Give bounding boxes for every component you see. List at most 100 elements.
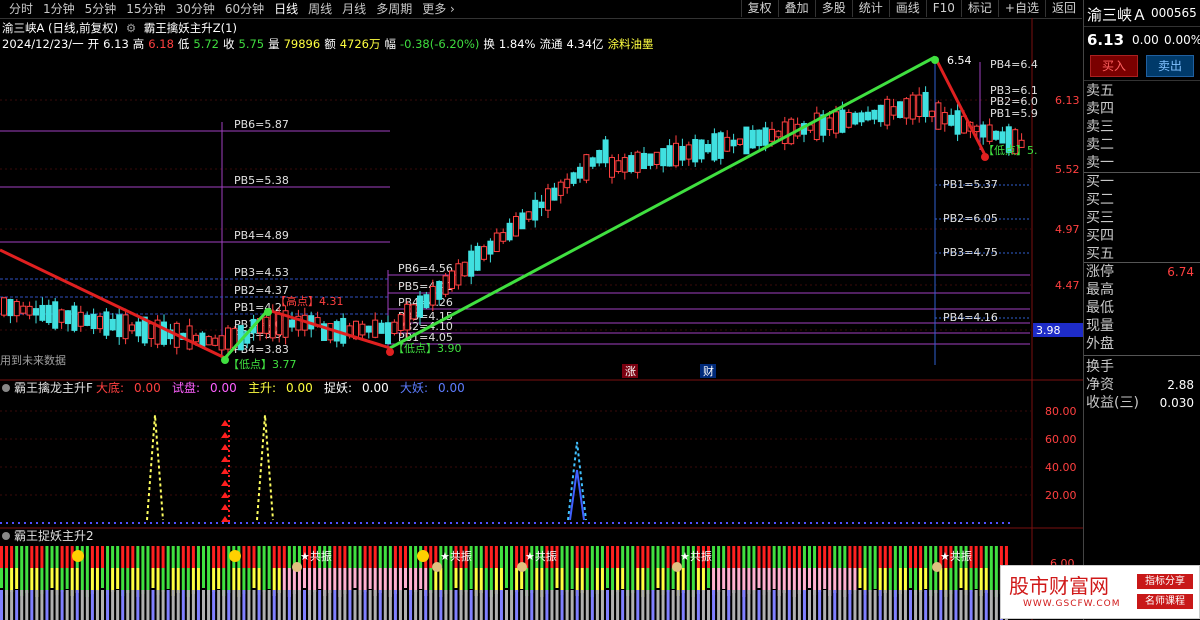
bar-low [449,590,453,620]
bar-low [414,590,418,620]
stat-row-7: 收益(三) 0.030 [1086,394,1198,412]
asks-row-2[interactable]: 卖三 [1086,118,1198,136]
candle-body [666,145,673,167]
candle-body [205,336,212,346]
bar-low [388,590,392,620]
bar-top [878,546,882,568]
bar-mid [903,568,907,591]
candle-body [404,303,411,331]
bar-top [429,546,433,568]
bar-top [661,546,665,568]
bar-top [656,546,660,568]
candle-body [269,311,276,339]
bar-low [712,590,716,620]
candle-body [858,112,865,123]
bar-mid [883,568,887,593]
bids-label: 买五 [1086,246,1114,262]
bar-mid [116,568,120,589]
bar-mid [752,568,756,591]
bar-low [45,590,49,620]
bar-top [126,546,130,568]
candle-body [199,332,206,347]
bar-mid [267,568,271,589]
bar-top [85,546,89,568]
bar-top [40,546,44,568]
bar-low [520,590,524,620]
bar-low [308,590,312,620]
bar-low [666,590,670,620]
stat-row-6: 净资 2.88 [1086,376,1198,394]
sell-button[interactable]: 卖出 [1146,55,1194,77]
bar-mid [484,568,488,590]
candle-body [993,130,999,140]
stat-row-5: 换手 [1086,358,1198,376]
smiley-icon [72,550,84,562]
bids-row-3[interactable]: 买四 [1086,227,1198,245]
bids-row-0[interactable]: 买一 [1086,173,1198,191]
bar-low [95,590,99,620]
bar-mid [600,568,604,591]
bar-mid [227,568,231,593]
candle-body [871,109,878,120]
bar-top [575,546,579,568]
bar-low [262,590,266,620]
money-bag-icon [932,562,942,572]
gongzhen-label: ★共振 [680,549,712,563]
bar-mid [196,568,200,591]
candle-body [685,144,692,160]
bar-low [141,590,145,620]
bar-top [121,546,125,568]
asks-row-3[interactable]: 卖二 [1086,136,1198,154]
bar-low [80,590,84,620]
stat-value: 0.030 [1159,396,1194,410]
bar-top [626,546,630,568]
bids-row-1[interactable]: 买二 [1086,191,1198,209]
bar-mid [126,568,130,593]
bar-mid [414,568,418,592]
buy-button[interactable]: 买入 [1090,55,1138,77]
bar-low [318,590,322,620]
level-label-right: PB1=5.37 [943,178,998,191]
bar-low [252,590,256,620]
bar-low [631,590,635,620]
bar-top [257,546,261,568]
bar-mid [651,568,655,591]
bar-low [924,590,928,620]
bar-low [954,590,958,620]
bar-mid [535,568,539,590]
bar-top [828,546,832,568]
bar-top [898,546,902,568]
asks-row-4[interactable]: 卖一 [1086,154,1198,172]
bar-low [303,590,306,620]
bar-top [217,546,221,568]
bar-low [717,590,721,620]
bar-low [10,590,14,620]
bids-row-4[interactable]: 买五 [1086,245,1198,263]
bar-low [222,590,226,620]
bar-low [409,590,413,620]
asks-row-1[interactable]: 卖四 [1086,100,1198,118]
bar-low [626,590,630,620]
bids-row-2[interactable]: 买三 [1086,209,1198,227]
kline-chart[interactable]: PB6=5.87PB5=5.38PB4=4.89PB3=4.53PB2=4.37… [0,0,1083,620]
asks-row-0[interactable]: 卖五 [1086,82,1198,100]
candle-body [193,334,199,343]
bar-mid [176,568,180,593]
osc-value: 0.00 [286,381,313,395]
stat-row-1: 最高 [1086,281,1198,299]
bar-low [363,590,367,620]
bar-top [843,546,847,568]
bar-low [868,590,872,620]
bar-mid [0,568,3,588]
osc-value: 0.00 [438,381,465,395]
bar-low [989,590,993,620]
bar-top [333,546,337,568]
bar-low [111,590,115,620]
osc-toggle-icon [2,384,10,392]
stat-label: 现量 [1086,318,1114,334]
candle-body [77,311,84,327]
candle-body [647,153,654,166]
bar-low [65,590,69,620]
candle-body [129,324,135,332]
bar-low [393,590,397,620]
